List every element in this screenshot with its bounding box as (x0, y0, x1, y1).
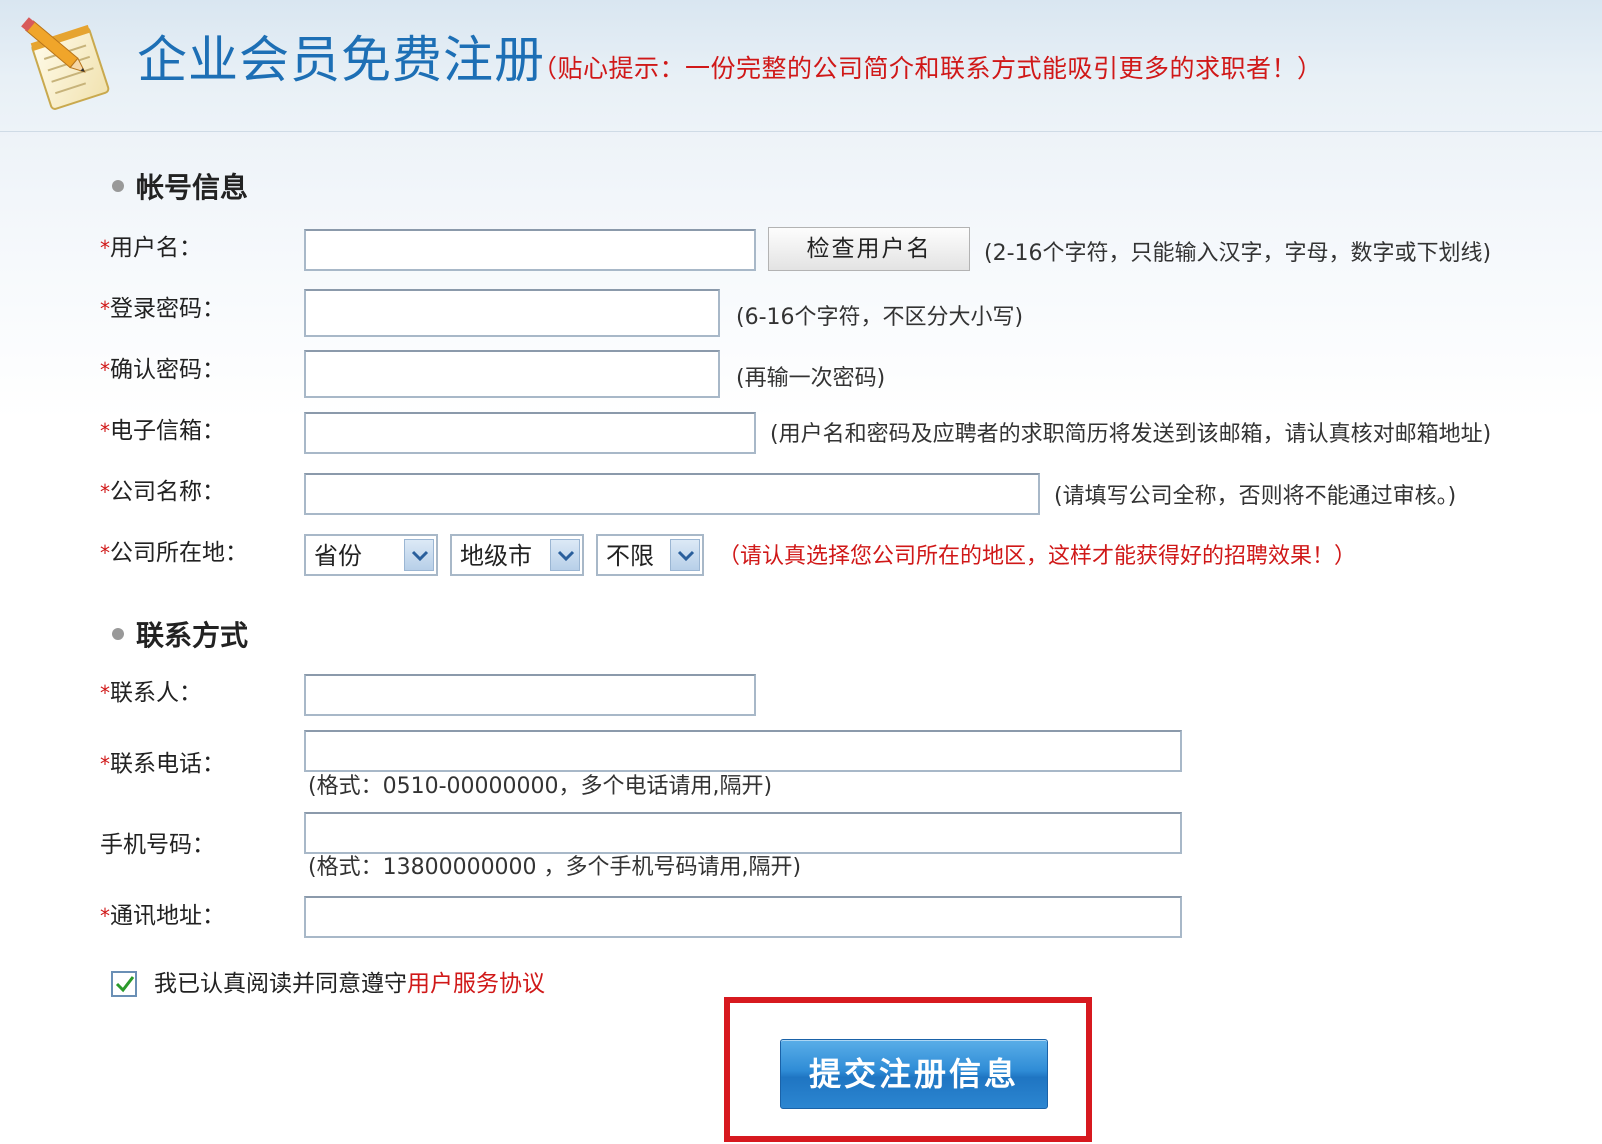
required-mark: * (100, 681, 110, 705)
username-label-text: 用户名： (110, 235, 202, 261)
email-input[interactable] (304, 412, 756, 454)
username-hint: (2-16个字符，只能输入汉字，字母，数字或下划线) (984, 241, 1492, 266)
notepad-pencil-icon (21, 17, 110, 110)
district-select[interactable]: 不限 (596, 534, 704, 576)
phone-label: *联系电话： (100, 749, 225, 779)
bullet-icon (112, 180, 124, 192)
submit-registration-button[interactable]: 提交注册信息 (780, 1039, 1048, 1109)
bullet-icon (112, 628, 124, 640)
email-hint: (用户名和密码及应聘者的求职简历将发送到该邮箱，请认真核对邮箱地址) (770, 422, 1492, 447)
agreement-label: 我已认真阅读并同意遵守 (154, 971, 407, 997)
check-username-button[interactable]: 检查用户名 (768, 227, 970, 271)
address-input[interactable] (304, 896, 1182, 938)
address-label-text: 通讯地址： (110, 903, 225, 929)
city-select[interactable]: 地级市 (450, 534, 584, 576)
required-mark: * (100, 297, 110, 321)
mobile-input[interactable] (304, 812, 1182, 854)
required-mark: * (100, 236, 110, 260)
mobile-hint: (格式：13800000000 ，多个手机号码请用,隔开) (308, 855, 802, 880)
header-tip: （贴心提示：一份完整的公司简介和联系方式能吸引更多的求职者！） (532, 54, 1323, 83)
required-mark: * (100, 904, 110, 928)
password-label-text: 登录密码： (110, 296, 225, 322)
password-hint: (6-16个字符，不区分大小写) (736, 305, 1024, 330)
district-select-value: 不限 (606, 542, 654, 570)
province-select-value: 省份 (314, 542, 362, 570)
address-label: *通讯地址： (100, 901, 225, 931)
province-select[interactable]: 省份 (304, 534, 438, 576)
phone-input[interactable] (304, 730, 1182, 772)
contact-person-label: *联系人： (100, 678, 202, 708)
required-mark: * (100, 358, 110, 382)
company-name-hint: (请填写公司全称，否则将不能通过审核。) (1054, 484, 1457, 509)
section-heading-account: 帐号信息 (112, 170, 248, 206)
section-heading-text: 联系方式 (136, 619, 249, 652)
user-service-agreement-link[interactable]: 用户服务协议 (407, 971, 545, 997)
password-input[interactable] (304, 289, 720, 337)
chevron-down-icon[interactable] (550, 539, 580, 571)
location-label-text: 公司所在地： (110, 540, 248, 566)
city-select-value: 地级市 (460, 542, 532, 570)
checkmark-icon (115, 976, 135, 993)
email-label-text: 电子信箱： (110, 418, 225, 444)
agreement-text: 我已认真阅读并同意遵守用户服务协议 (154, 968, 545, 1000)
username-input[interactable] (304, 229, 756, 271)
company-name-input[interactable] (304, 473, 1040, 515)
company-name-label: *公司名称： (100, 477, 225, 507)
section-heading-text: 帐号信息 (136, 171, 249, 204)
contact-person-input[interactable] (304, 674, 756, 716)
contact-person-label-text: 联系人： (110, 680, 202, 706)
confirm-password-hint: (再输一次密码) (736, 366, 886, 391)
mobile-label: 手机号码： (100, 830, 215, 860)
company-name-label-text: 公司名称： (110, 479, 225, 505)
phone-hint: (格式：0510-00000000，多个电话请用,隔开) (308, 774, 773, 799)
section-heading-contact: 联系方式 (112, 618, 248, 654)
required-mark: * (100, 752, 110, 776)
chevron-down-icon[interactable] (404, 539, 434, 571)
password-label: *登录密码： (100, 294, 225, 324)
agreement-checkbox[interactable] (111, 971, 137, 997)
confirm-password-label-text: 确认密码： (110, 357, 225, 383)
phone-label-text: 联系电话： (110, 751, 225, 777)
required-mark: * (100, 419, 110, 443)
chevron-down-icon[interactable] (670, 539, 700, 571)
email-label: *电子信箱： (100, 416, 225, 446)
location-hint: （请认真选择您公司所在的地区，这样才能获得好的招聘效果！） (718, 544, 1357, 569)
confirm-password-label: *确认密码： (100, 355, 225, 385)
page-header: 企业会员免费注册 （贴心提示：一份完整的公司简介和联系方式能吸引更多的求职者！） (0, 0, 1602, 132)
confirm-password-input[interactable] (304, 350, 720, 398)
required-mark: * (100, 541, 110, 565)
username-label: *用户名： (100, 233, 202, 263)
required-mark: * (100, 480, 110, 504)
location-label: *公司所在地： (100, 538, 248, 568)
mobile-label-text: 手机号码： (100, 832, 215, 858)
page-title: 企业会员免费注册 (137, 31, 545, 89)
